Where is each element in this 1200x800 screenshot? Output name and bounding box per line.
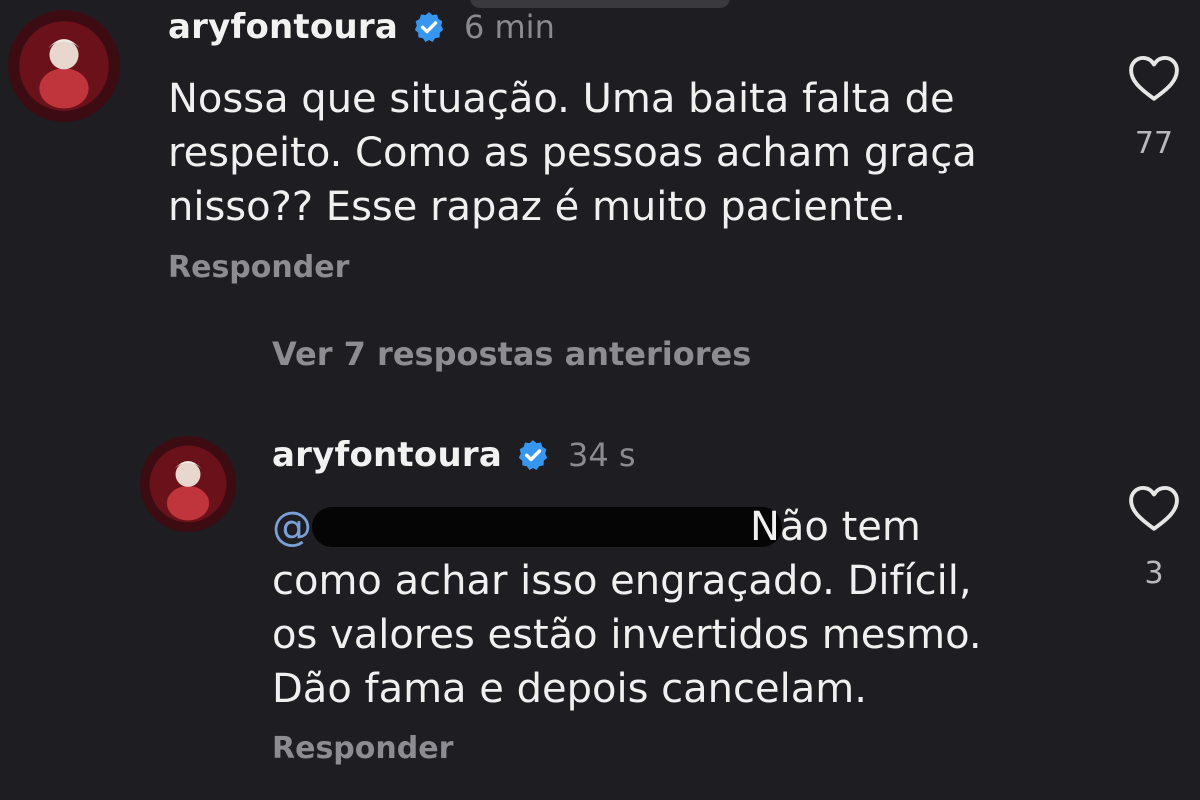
- like-group: 3: [1124, 484, 1184, 591]
- comment-time: 34 s: [567, 436, 636, 474]
- verified-badge-icon: [516, 438, 550, 472]
- avatar[interactable]: [8, 10, 120, 122]
- comment-text: Nossa que situação. Uma baita falta de r…: [168, 76, 977, 230]
- comment-time: 6 min: [463, 8, 555, 46]
- like-count: 3: [1144, 556, 1164, 591]
- comment-header: aryfontoura 34 s: [272, 430, 636, 480]
- verified-badge-icon: [412, 10, 446, 44]
- comment-header: aryfontoura 6 min: [168, 2, 555, 52]
- view-previous-replies-button[interactable]: Ver 7 respostas anteriores: [272, 335, 751, 373]
- heart-icon[interactable]: [1127, 54, 1181, 102]
- avatar[interactable]: [140, 436, 236, 532]
- username[interactable]: aryfontoura: [272, 435, 502, 475]
- like-group: 77: [1124, 54, 1184, 161]
- reply-button[interactable]: Responder: [272, 731, 453, 766]
- reply-button[interactable]: Responder: [168, 250, 349, 285]
- heart-icon[interactable]: [1127, 484, 1181, 532]
- avatar-image: [9, 11, 119, 121]
- like-count: 77: [1134, 126, 1174, 161]
- username[interactable]: aryfontoura: [168, 7, 398, 47]
- avatar-image: [140, 436, 236, 532]
- comment-text: Não tem como achar isso engraçado. Difíc…: [272, 504, 982, 712]
